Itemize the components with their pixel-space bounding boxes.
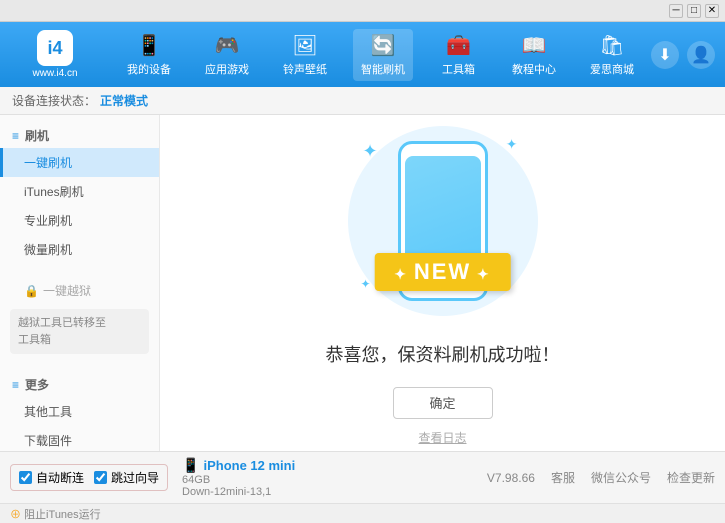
smart-flash-icon: 🔄 [371,33,396,58]
other-tools-label: 其他工具 [24,405,72,419]
confirm-button[interactable]: 确定 [393,387,493,419]
nav-tutorial-label: 教程中心 [512,61,556,77]
sidebar-one-key-flash[interactable]: 一键刷机 [0,148,159,177]
itunes-status-bar: 阻止iTunes运行 [0,503,725,523]
logo-icon: i4 [37,30,73,66]
nav-my-device[interactable]: 📱 我的设备 [119,29,179,81]
store-icon: 🛍 [599,33,624,58]
app-container: i4 www.i4.cn 📱 我的设备 🎮 应用游戏 🖼 铃声壁纸 🔄 智能刷机 [0,22,725,523]
close-button[interactable]: ✕ [705,4,719,18]
logo-area: i4 www.i4.cn [10,30,100,79]
success-text: 恭喜您，保资料刷机成功啦！ [326,341,560,367]
one-key-flash-label: 一键刷机 [24,156,72,170]
status-bar: 设备连接状态： 正常模式 [0,87,725,115]
nav-smart-flash[interactable]: 🔄 智能刷机 [353,29,413,81]
nav-store-label: 爱思商城 [590,61,634,77]
wallpaper-icon: 🖼 [292,33,317,58]
flash-section-title: ≡ 刷机 [0,121,159,148]
device-info: 📱 iPhone 12 mini 64GB Down-12mini-13,1 [182,457,295,498]
toolbox-icon: 🧰 [446,33,471,58]
success-illustration: ✦ ✦ ✦ NEW [343,121,543,321]
status-value: 正常模式 [100,92,148,109]
log-link[interactable]: 查看日志 [418,429,466,446]
maximize-button[interactable]: □ [687,4,701,18]
phone-small-icon: 📱 [182,457,199,474]
skip-wizard-input[interactable] [94,471,107,484]
auto-disconnect-checkbox[interactable]: 自动断连 [19,469,84,486]
minimize-button[interactable]: ─ [669,4,683,18]
itunes-status-text: 阻止iTunes运行 [10,506,101,522]
jailbreak-label: 一键越狱 [43,282,91,299]
download-firmware-label: 下载固件 [24,434,72,448]
logo-char: i4 [47,38,62,59]
device-name: iPhone 12 mini [203,458,295,473]
header-right: ⬇ 👤 [651,41,715,69]
nav-wallpaper[interactable]: 🖼 铃声壁纸 [275,29,335,81]
user-icon: 👤 [691,45,711,65]
sparkle-bottom-left: ✦ [361,277,371,291]
nav-toolbox-label: 工具箱 [442,61,475,77]
titlebar: ─ □ ✕ [0,0,725,22]
nav-toolbox[interactable]: 🧰 工具箱 [431,29,486,81]
header: i4 www.i4.cn 📱 我的设备 🎮 应用游戏 🖼 铃声壁纸 🔄 智能刷机 [0,22,725,87]
device-storage: 64GB [182,474,295,486]
sidebar: ≡ 刷机 一键刷机 iTunes刷机 专业刷机 微量刷机 🔒 一键越狱 越狱工具… [0,115,160,451]
download-icon: ⬇ [658,45,671,65]
sidebar-pro-flash[interactable]: 专业刷机 [0,206,159,235]
micro-flash-label: 微量刷机 [24,243,72,257]
jailbreak-section: 🔒 一键越狱 [0,276,159,305]
sparkle-top-left: ✦ [363,141,378,162]
sidebar-other-tools[interactable]: 其他工具 [0,397,159,426]
logo-text: www.i4.cn [32,68,77,79]
lock-icon: 🔒 [24,284,39,298]
more-section-icon: ≡ [12,378,19,392]
itunes-flash-label: iTunes刷机 [24,185,84,199]
nav-apps[interactable]: 🎮 应用游戏 [197,29,257,81]
skip-wizard-label: 跳过向导 [111,469,159,486]
device-os: Down-12mini-13,1 [182,486,295,498]
nav-smart-flash-label: 智能刷机 [361,61,405,77]
my-device-icon: 📱 [137,33,162,58]
nav-apps-label: 应用游戏 [205,61,249,77]
sidebar-micro-flash[interactable]: 微量刷机 [0,235,159,264]
version-text: V7.98.66 [487,471,535,485]
nav-items: 📱 我的设备 🎮 应用游戏 🖼 铃声壁纸 🔄 智能刷机 🧰 工具箱 📖 [110,29,651,81]
nav-store[interactable]: 🛍 爱思商城 [582,29,642,81]
bottom-bar: 自动断连 跳过向导 📱 iPhone 12 mini 64GB Down-12m… [0,451,725,503]
body-area: ≡ 刷机 一键刷机 iTunes刷机 专业刷机 微量刷机 🔒 一键越狱 越狱工具… [0,115,725,451]
nav-my-device-label: 我的设备 [127,61,171,77]
sidebar-itunes-flash[interactable]: iTunes刷机 [0,177,159,206]
sidebar-download-firmware[interactable]: 下载固件 [0,426,159,451]
check-update-link[interactable]: 检查更新 [667,469,715,486]
new-banner: NEW [374,253,511,291]
main-content: ✦ ✦ ✦ NEW 恭喜您，保资料刷机成功啦！ 确定 查看日志 [160,115,725,451]
bottom-checkboxes: 自动断连 跳过向导 [10,464,168,491]
wechat-link[interactable]: 微信公众号 [591,469,651,486]
flash-section-label: 刷机 [25,127,49,144]
more-section-title: ≡ 更多 [0,370,159,397]
tutorial-icon: 📖 [522,33,547,58]
auto-disconnect-input[interactable] [19,471,32,484]
nav-tutorial[interactable]: 📖 教程中心 [504,29,564,81]
apps-icon: 🎮 [215,33,240,58]
status-label: 设备连接状态： [12,92,96,109]
jailbreak-notice: 越狱工具已转移至工具箱 [10,309,149,354]
pro-flash-label: 专业刷机 [24,214,72,228]
user-button[interactable]: 👤 [687,41,715,69]
auto-disconnect-label: 自动断连 [36,469,84,486]
flash-section-icon: ≡ [12,129,19,143]
nav-wallpaper-label: 铃声壁纸 [283,61,327,77]
sparkle-top-right: ✦ [506,136,518,153]
support-link[interactable]: 客服 [551,469,575,486]
download-button[interactable]: ⬇ [651,41,679,69]
more-section-label: 更多 [25,376,49,393]
skip-wizard-checkbox[interactable]: 跳过向导 [94,469,159,486]
bottom-right: V7.98.66 客服 微信公众号 检查更新 [487,469,715,486]
